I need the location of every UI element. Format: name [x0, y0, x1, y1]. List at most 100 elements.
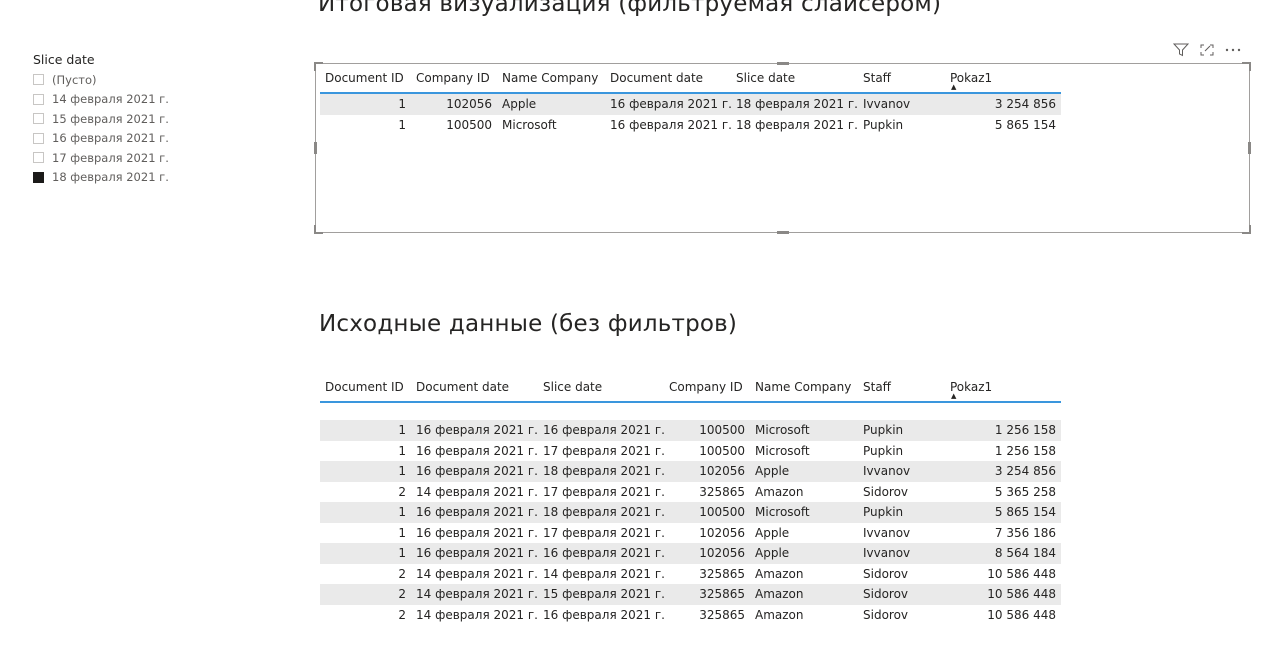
table-cell: Sidorov [863, 484, 909, 499]
slicer-checkbox[interactable] [33, 74, 44, 86]
table-row[interactable]: 1 16 февраля 2021 г. 17 февраля 2021 г. 100… [320, 441, 1061, 462]
resize-handle-bottom[interactable] [777, 231, 789, 234]
table-cell: 16 февраля 2021 г. [543, 607, 664, 622]
resize-handle-left[interactable] [314, 142, 317, 154]
table-cell: 17 февраля 2021 г. [543, 525, 664, 540]
table-cell: Ivvanov [863, 525, 911, 540]
sort-ascending-icon: ▲ [951, 392, 957, 400]
slicer-item[interactable]: 15 февраля 2021 г. [33, 109, 233, 129]
column-header-label: Slice date [543, 380, 603, 394]
table-row[interactable]: 1 16 февраля 2021 г. 17 февраля 2021 г. 102… [320, 523, 1061, 544]
filter-icon[interactable] [1172, 42, 1190, 58]
table-cell: 100500 [664, 420, 750, 441]
table-cell: 1 [320, 93, 411, 115]
table-cell: Amazon [755, 566, 804, 581]
table-cell: 325865 [699, 566, 745, 581]
slicer-checkbox[interactable] [33, 113, 44, 125]
table-row[interactable]: 2 14 февраля 2021 г. 15 февраля 2021 г. 325… [320, 584, 1061, 605]
slicer-item-label: 17 февраля 2021 г. [52, 150, 169, 165]
table-cell: 1 [398, 443, 406, 458]
slicer-checkbox[interactable] [33, 171, 44, 183]
slicer-item[interactable]: 17 февраля 2021 г. [33, 148, 233, 168]
table-cell: 14 февраля 2021 г. [416, 566, 538, 581]
table-cell: 102056 [699, 525, 745, 540]
table-cell: 14 февраля 2021 г. [411, 584, 538, 605]
column-header[interactable]: Name Company [497, 64, 605, 94]
column-header[interactable]: Pokaz1 ▲ [945, 373, 1061, 403]
table-cell: 18 февраля 2021 г. [731, 93, 858, 115]
table-cell: Sidorov [858, 584, 945, 605]
resize-handle-bottom-left[interactable] [314, 225, 323, 234]
column-header-label: Staff [863, 380, 891, 394]
slicer-checkbox[interactable] [33, 132, 44, 144]
table-row[interactable]: 1 100500 Microsoft 16 февраля 2021 г. 18 фев… [320, 115, 1061, 136]
slicer-item-label: 16 февраля 2021 г. [52, 131, 169, 146]
sort-ascending-icon: ▲ [951, 83, 957, 91]
column-header[interactable]: Company ID [664, 373, 750, 403]
table-cell: 3 254 856 [945, 461, 1061, 482]
column-header[interactable]: Company ID [411, 64, 497, 94]
table-row[interactable]: 1 16 февраля 2021 г. 16 февраля 2021 г. 100… [320, 420, 1061, 441]
resize-handle-right[interactable] [1248, 142, 1251, 154]
column-header[interactable]: Staff [858, 64, 945, 94]
table-cell: 2 [398, 484, 406, 499]
table-row[interactable]: 2 14 февраля 2021 г. 17 февраля 2021 г. 325… [320, 482, 1061, 503]
table-cell: 325865 [699, 484, 745, 499]
slicer-item[interactable]: 16 февраля 2021 г. [33, 129, 233, 149]
slicer-item-label: 18 февраля 2021 г. [52, 170, 169, 185]
table-cell: 10 586 448 [987, 607, 1056, 622]
resize-handle-top-right[interactable] [1242, 62, 1251, 71]
column-header-label: Document date [416, 380, 510, 394]
table-cell: 10 586 448 [945, 584, 1061, 605]
table-cell: 5 865 154 [994, 117, 1056, 132]
table-cell: Ivvanov [858, 543, 945, 564]
table-cell: 16 февраля 2021 г. [605, 93, 731, 115]
more-options-icon[interactable] [1224, 42, 1242, 58]
table-cell: Ivvanov [858, 93, 945, 115]
table-cell: Amazon [755, 484, 804, 499]
table-cell: 325865 [699, 607, 745, 622]
focus-mode-icon[interactable] [1198, 42, 1216, 58]
slicer-item[interactable]: 14 февраля 2021 г. [33, 90, 233, 110]
column-header-label: Staff [863, 71, 891, 85]
column-header[interactable]: Document ID [320, 64, 411, 94]
source-data-table: Document ID Document date Slice date Compan… [320, 373, 1061, 625]
column-header[interactable]: Pokaz1 ▲ [945, 64, 1061, 94]
table-cell: 1 [320, 461, 411, 482]
table-row[interactable]: 1 16 февраля 2021 г. 16 февраля 2021 г. 102… [320, 543, 1061, 564]
table-cell: Amazon [750, 584, 858, 605]
slicer-item[interactable]: (Пусто) [33, 70, 233, 90]
slicer-item[interactable]: 18 февраля 2021 г. [33, 168, 233, 188]
table-cell: Microsoft [755, 443, 810, 458]
table-cell: 100500 [699, 443, 745, 458]
table-row[interactable]: 2 14 февраля 2021 г. 16 февраля 2021 г. 325… [320, 605, 1061, 626]
visual-header-toolbar [1172, 42, 1242, 58]
table-cell: Ivvanov [858, 461, 945, 482]
column-header-label: Company ID [669, 380, 743, 394]
table-cell: 8 564 184 [945, 543, 1061, 564]
column-header-label: Document ID [325, 380, 404, 394]
slicer-item-label: 15 февраля 2021 г. [52, 111, 169, 126]
table-cell: 14 февраля 2021 г. [543, 566, 664, 581]
table-cell: 14 февраля 2021 г. [416, 607, 538, 622]
resize-handle-bottom-right[interactable] [1242, 225, 1251, 234]
column-header[interactable]: Document ID [320, 373, 411, 403]
column-header[interactable]: Document date [411, 373, 538, 403]
slicer-checkbox[interactable] [33, 93, 44, 105]
table-cell: 1 [398, 117, 406, 132]
table-cell: 16 февраля 2021 г. [411, 502, 538, 523]
table-cell: 16 февраля 2021 г. [411, 461, 538, 482]
column-header[interactable]: Slice date [538, 373, 664, 403]
table-row[interactable]: 1 16 февраля 2021 г. 18 февраля 2021 г. 100… [320, 502, 1061, 523]
table-row[interactable]: 2 14 февраля 2021 г. 14 февраля 2021 г. 325… [320, 564, 1061, 585]
slicer-checkbox[interactable] [33, 152, 44, 164]
table-cell: 325865 [664, 584, 750, 605]
table-cell: 102056 [664, 543, 750, 564]
table-row[interactable]: 1 16 февраля 2021 г. 18 февраля 2021 г. 102… [320, 461, 1061, 482]
column-header[interactable]: Staff [858, 373, 945, 403]
table-row[interactable]: 1 102056 Apple 16 февраля 2021 г. 18 февраля… [320, 93, 1061, 115]
table-spacer-row [320, 402, 1061, 420]
column-header[interactable]: Slice date [731, 64, 858, 94]
column-header[interactable]: Name Company [750, 373, 858, 403]
column-header[interactable]: Document date [605, 64, 731, 94]
